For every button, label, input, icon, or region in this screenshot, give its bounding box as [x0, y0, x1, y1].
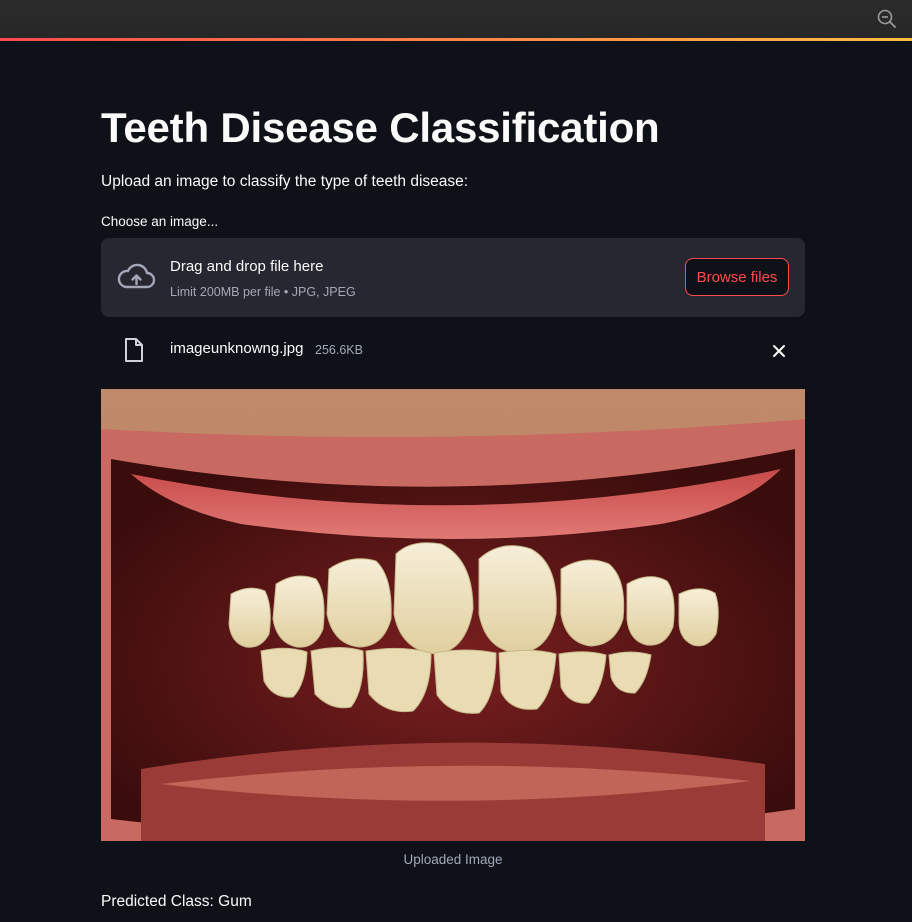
uploaded-file-row: imageunknowng.jpg 256.6KB	[101, 331, 805, 367]
header-decoration-bar	[0, 38, 912, 41]
page-title: Teeth Disease Classification	[101, 104, 660, 151]
file-icon	[125, 338, 143, 362]
file-dropzone[interactable]: Drag and drop file here Limit 200MB per …	[101, 238, 805, 317]
page-subtitle: Upload an image to classify the type of …	[101, 173, 469, 190]
browse-files-button[interactable]: Browse files	[685, 258, 789, 296]
app-header	[0, 0, 912, 38]
uploaded-file-size: 256.6KB	[315, 343, 363, 357]
dropzone-title: Drag and drop file here	[170, 258, 324, 275]
prediction-label: Predicted Class:	[101, 893, 214, 910]
image-caption: Uploaded Image	[403, 852, 503, 867]
zoom-out-icon[interactable]	[876, 8, 898, 30]
teeth-photo	[101, 389, 805, 841]
uploader-label: Choose an image...	[101, 214, 219, 229]
prediction-value: Gum	[218, 893, 252, 910]
dropzone-limit: Limit 200MB per file • JPG, JPEG	[170, 285, 356, 299]
uploaded-file-name: imageunknowng.jpg	[170, 340, 304, 357]
close-icon[interactable]	[769, 341, 789, 361]
cloud-upload-icon	[117, 263, 156, 289]
prediction-result: Predicted Class: Gum	[101, 893, 252, 911]
uploaded-image	[101, 389, 805, 841]
